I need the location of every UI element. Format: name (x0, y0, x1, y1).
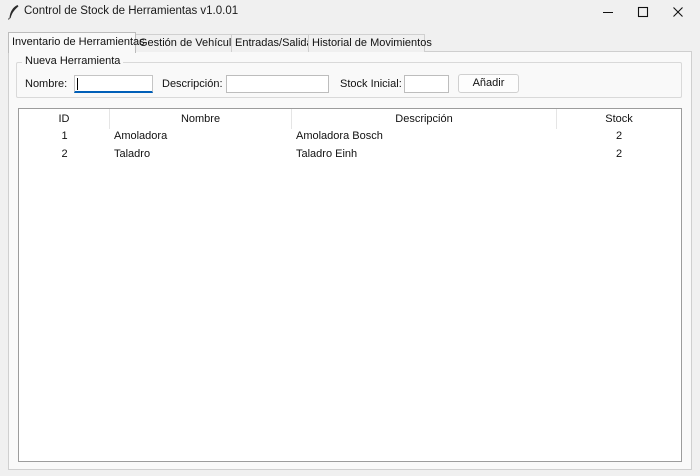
column-header-descripcion[interactable]: Descripción (292, 109, 557, 129)
cell-descripcion: Amoladora Bosch (296, 130, 383, 142)
cell-nombre: Taladro (114, 148, 151, 160)
tab-inventario[interactable]: Inventario de Herramientas (8, 32, 145, 53)
close-button[interactable] (655, 0, 700, 24)
text-caret (77, 78, 78, 90)
nombre-field[interactable] (74, 75, 153, 93)
tools-table[interactable]: ID Nombre Descripción Stock 1 Amoladora … (18, 108, 682, 462)
stock-field[interactable] (404, 75, 449, 93)
table-row[interactable]: 2 Taladro Taladro Einh 2 (19, 146, 681, 164)
maximize-icon (637, 6, 649, 18)
feather-icon (8, 5, 19, 20)
descripcion-input[interactable] (227, 76, 328, 92)
nombre-label: Nombre: (25, 78, 68, 90)
window-title: Control de Stock de Herramientas v1.0.01 (24, 5, 239, 17)
minimize-icon (603, 12, 613, 13)
cell-id: 2 (61, 148, 68, 160)
stock-input[interactable] (405, 76, 448, 92)
tab-gestion-vehiculos[interactable]: Gestión de Vehículos (135, 34, 243, 52)
title-bar: Control de Stock de Herramientas v1.0.01 (0, 0, 700, 24)
cell-nombre: Amoladora (114, 130, 168, 142)
descripcion-label: Descripción: (162, 78, 223, 90)
column-header-stock[interactable]: Stock (557, 109, 681, 129)
table-header: ID Nombre Descripción Stock (19, 109, 681, 129)
column-header-id[interactable]: ID (19, 109, 110, 129)
column-header-nombre[interactable]: Nombre (110, 109, 292, 129)
cell-stock: 2 (615, 130, 623, 142)
add-button[interactable]: Añadir (458, 74, 519, 93)
descripcion-field[interactable] (226, 75, 329, 93)
new-tool-group-title: Nueva Herramienta (22, 55, 124, 67)
close-icon (673, 7, 683, 17)
cell-id: 1 (61, 130, 68, 142)
cell-stock: 2 (615, 148, 623, 160)
table-row[interactable]: 1 Amoladora Amoladora Bosch 2 (19, 128, 681, 146)
tab-entradas-salidas[interactable]: Entradas/Salidas (231, 34, 318, 52)
cell-descripcion: Taladro Einh (296, 148, 358, 160)
stock-label: Stock Inicial: (340, 78, 402, 90)
nombre-input[interactable] (75, 76, 152, 91)
tab-historial[interactable]: Historial de Movimientos (308, 34, 432, 52)
